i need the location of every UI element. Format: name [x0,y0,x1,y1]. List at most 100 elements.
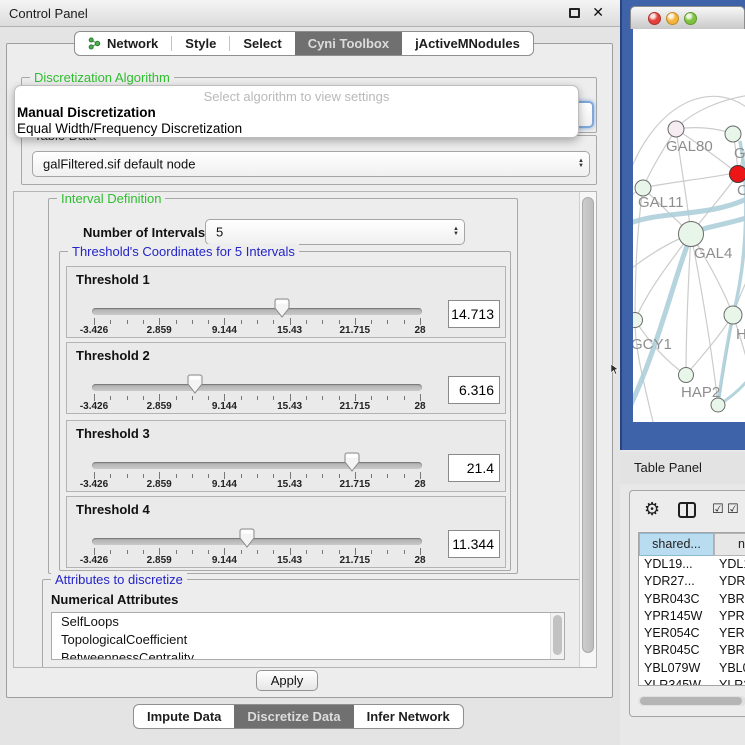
split-columns-icon[interactable] [678,502,696,518]
threshold-4-slider-track[interactable] [92,538,422,545]
node-label: GAL4 [694,245,732,262]
apply-button[interactable]: Apply [256,670,318,691]
attribute-list-item[interactable]: BetweennessCentrality [52,649,564,660]
num-intervals-combobox[interactable]: 5 ▲▼ [205,219,465,245]
table-cell: YBR045C [639,642,714,659]
tab-select[interactable]: Select [230,32,294,55]
table-row[interactable]: YDL19...YDL1 [639,556,745,573]
tick-label: 2.859 [147,479,172,490]
table-panel-titlebar: Table Panel [620,452,745,484]
attributes-list-scrollbar[interactable] [550,613,564,659]
tab-cyni-toolbox[interactable]: Cyni Toolbox [295,32,402,55]
threshold-1-value-field[interactable]: 14.713 [448,300,500,328]
scrollbar-thumb[interactable] [640,697,742,705]
table-row[interactable]: YBL079WYBL0 [639,660,745,677]
tab-style[interactable]: Style [172,32,229,55]
scrollbar-thumb[interactable] [582,197,594,653]
tick-mark [404,320,405,324]
network-edge[interactable] [676,128,733,134]
tab-infer-network[interactable]: Infer Network [354,705,463,728]
algorithm-option[interactable]: Manual Discretization [15,105,578,121]
tick-mark [192,320,193,324]
tick-mark [208,550,209,554]
network-icon [88,37,101,50]
threshold-2-slider-thumb[interactable] [187,374,203,394]
tick-mark [143,474,144,478]
tab-label: Discretize Data [247,709,340,724]
tab-impute-data[interactable]: Impute Data [134,705,234,728]
tab-discretize-data[interactable]: Discretize Data [234,705,353,728]
attribute-list-item[interactable]: TopologicalCoefficient [52,631,564,649]
table-row[interactable]: YLR345WYLR3 [639,677,745,686]
network-node[interactable] [725,126,741,142]
column-header-2[interactable]: na [714,533,745,556]
column-header-1[interactable]: shared... [639,533,714,556]
table-row[interactable]: YPR145WYPR1 [639,608,745,625]
tick-label: 15.43 [277,401,302,412]
zoom-traffic-light-icon[interactable] [684,12,697,25]
checkbox-icon[interactable]: ☑ [712,501,724,517]
threshold-panel-4: Threshold 4-3.4262.8599.14415.4321.71528… [66,496,506,568]
threshold-3-value-field[interactable]: 21.4 [448,454,500,482]
table-horizontal-scrollbar[interactable] [638,696,745,706]
network-canvas[interactable]: GAL80GAGAL11CGAL4GCY1HHAP2 [633,29,745,422]
table-data-combobox[interactable]: galFiltered.sif default node ▲▼ [32,151,590,177]
threshold-4-value-field[interactable]: 11.344 [448,530,500,558]
algorithm-group-title: Discretization Algorithm [30,70,174,85]
algorithm-option[interactable]: Equal Width/Frequency Discretization [15,121,578,137]
threshold-3-slider-thumb[interactable] [344,452,360,472]
tick-label: 9.144 [212,479,237,490]
network-node[interactable] [724,306,742,324]
network-window-titlebar[interactable] [630,6,745,29]
tick-mark [192,550,193,554]
checkbox-icon[interactable]: ☑ [727,501,739,517]
table-cell: YER0 [714,625,745,642]
tick-mark [420,394,421,401]
threshold-1-slider-thumb[interactable] [274,298,290,318]
tick-mark [371,396,372,400]
tick-mark [339,550,340,554]
threshold-4-slider-thumb[interactable] [239,528,255,548]
tick-label: 9.144 [212,325,237,336]
settings-scrollbar[interactable] [579,192,596,667]
thresholds-group: Threshold's Coordinates for 5 Intervals … [59,251,511,571]
numerical-attributes-list: SelfLoopsTopologicalCoefficientBetweenne… [51,612,565,660]
network-edge[interactable] [686,234,691,375]
tab-network[interactable]: Network [75,32,171,55]
table-data-selected-value: galFiltered.sif default node [43,157,195,172]
tick-mark [159,548,160,555]
tab-label: Style [185,36,216,51]
tick-mark [371,320,372,324]
tab-jactivemnodules[interactable]: jActiveMNodules [402,32,533,55]
tick-mark [322,474,323,478]
float-window-icon[interactable] [569,8,580,18]
network-node[interactable] [679,368,694,383]
threshold-2-value-field[interactable]: 6.316 [448,376,500,404]
attribute-list-item[interactable]: SelfLoops [52,613,564,631]
gear-icon[interactable]: ⚙ [644,499,660,520]
tick-mark [387,550,388,554]
minimize-traffic-light-icon[interactable] [666,12,679,25]
tick-mark [404,396,405,400]
network-node[interactable] [633,313,643,328]
table-cell: YLR3 [714,677,745,686]
network-node[interactable] [668,121,684,137]
network-node[interactable] [679,222,704,247]
table-row[interactable]: YDR27...YDR2 [639,573,745,590]
threshold-2-slider-track[interactable] [92,384,422,391]
thresholds-group-title: Threshold's Coordinates for 5 Intervals [68,244,299,259]
tick-mark [273,320,274,324]
table-row[interactable]: YBR045CYBR0 [639,642,745,659]
tick-mark [290,318,291,325]
table-row[interactable]: YER054CYER0 [639,625,745,642]
close-traffic-light-icon[interactable] [648,12,661,25]
threshold-1-slider-track[interactable] [92,308,422,315]
threshold-3-slider-track[interactable] [92,462,422,469]
network-graph[interactable]: GAL80GAGAL11CGAL4GCY1HHAP2 [633,29,745,422]
tick-mark [387,396,388,400]
network-node[interactable] [730,166,745,183]
close-icon[interactable]: ✕ [592,4,604,21]
algorithm-options: Manual DiscretizationEqual Width/Frequen… [15,105,578,137]
table-row[interactable]: YBR043CYBR0 [639,591,745,608]
scrollbar-thumb[interactable] [553,615,562,655]
